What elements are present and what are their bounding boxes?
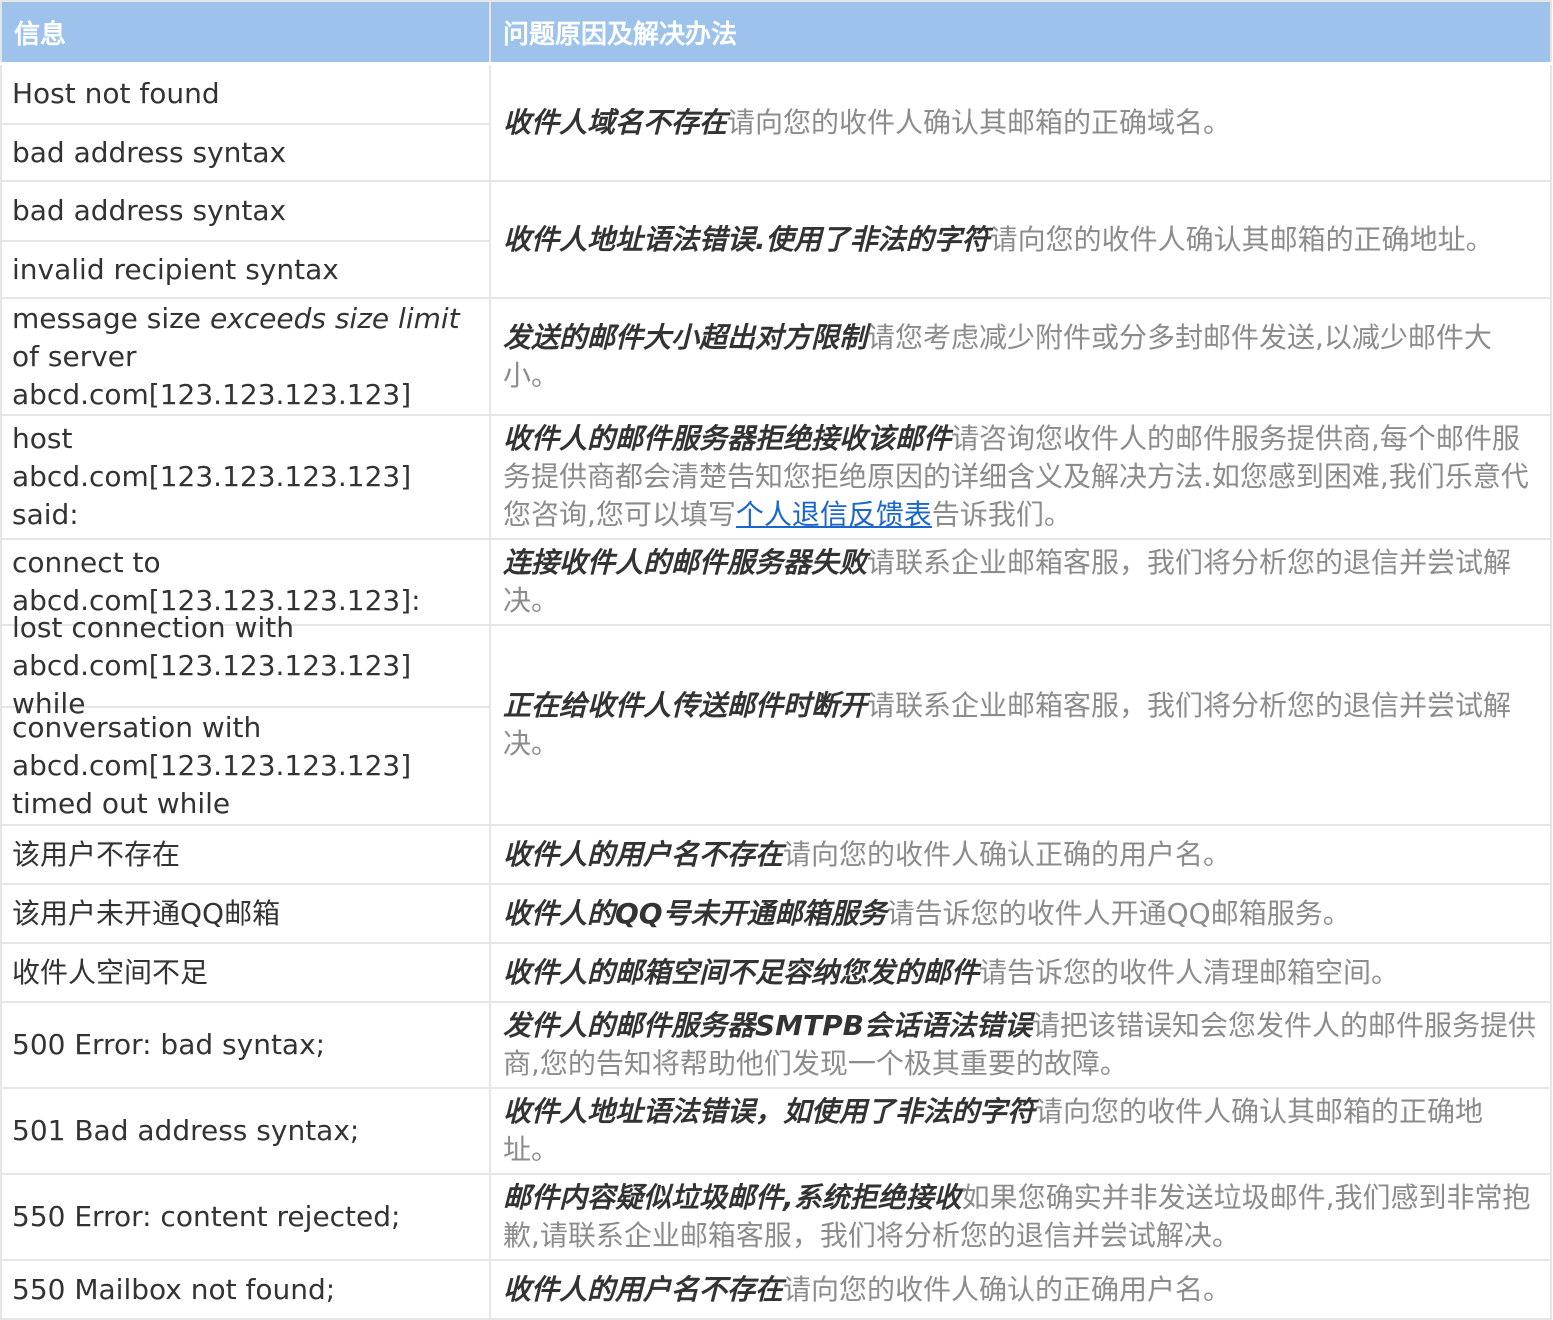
solution-text: 请告诉您的收件人清理邮箱空间。: [979, 955, 1400, 989]
solution-cell: 收件人地址语法错误.使用了非法的字符请向您的收件人确认其邮箱的正确地址。: [489, 180, 1552, 299]
cause-text: 发送的邮件大小超出对方限制: [503, 320, 868, 354]
info-line: lost connection with abcd.com[123.123.12…: [12, 611, 412, 720]
cause-text: 收件人的邮箱空间不足容纳您发的邮件: [503, 955, 980, 989]
table-row: 550 Error: content rejected; 邮件内容疑似垃圾邮件,…: [0, 1173, 1552, 1261]
table-row: lost connection with abcd.com[123.123.12…: [0, 611, 1552, 826]
cause-text: 收件人域名不存在: [503, 105, 728, 139]
info-cell: 550 Error: content rejected;: [0, 1173, 491, 1261]
cause-text: 邮件内容疑似垃圾邮件,系统拒绝接收: [503, 1181, 962, 1214]
solution-text-after: 告诉我们。: [931, 498, 1072, 531]
cause-text: 收件人的用户名不存在: [503, 1272, 784, 1306]
feedback-form-link[interactable]: 个人退信反馈表: [736, 498, 932, 531]
solution-cell: 收件人的邮件服务器拒绝接收该邮件请咨询您收件人的邮件服务提供商,每个邮件服务提供…: [489, 414, 1552, 540]
solution-text: 请向您的收件人确认其邮箱的正确域名。: [727, 105, 1232, 139]
cause-text: 连接收件人的邮件服务器失败: [503, 546, 868, 579]
solution-cell: 邮件内容疑似垃圾邮件,系统拒绝接收如果您确实并非发送垃圾邮件,我们感到非常抱歉,…: [489, 1173, 1552, 1261]
info-line: invalid recipient syntax: [2, 240, 489, 297]
info-cell: bad address syntax invalid recipient syn…: [0, 180, 491, 299]
info-cell: 500 Error: bad syntax;: [0, 1001, 491, 1089]
solution-cell: 收件人的邮箱空间不足容纳您发的邮件请告诉您的收件人清理邮箱空间。: [489, 942, 1552, 1003]
info-cell: Host not found bad address syntax: [0, 62, 491, 182]
header-solution: 问题原因及解决办法: [489, 0, 1552, 65]
bounce-message-table: 信息 问题原因及解决办法 Host not found bad address …: [0, 0, 1552, 1320]
table-header-row: 信息 问题原因及解决办法: [0, 0, 1552, 65]
info-cell: 该用户不存在: [0, 824, 491, 885]
solution-cell: 收件人的用户名不存在请向您的收件人确认正确的用户名。: [489, 824, 1552, 885]
bounce-message-table-container: 信息 问题原因及解决办法 Host not found bad address …: [0, 0, 1552, 1320]
info-cell: message size exceeds size limit of serve…: [0, 297, 491, 416]
info-line: bad address syntax: [12, 194, 287, 227]
cause-text: 发件人的邮件服务器SMTPB会话语法错误: [503, 1009, 1032, 1042]
solution-cell: 收件人域名不存在请向您的收件人确认其邮箱的正确域名。: [489, 62, 1552, 182]
solution-cell: 正在给收件人传送邮件时断开请联系企业邮箱客服，我们将分析您的退信并尝试解决。: [489, 624, 1552, 826]
table-row: bad address syntax invalid recipient syn…: [0, 180, 1552, 299]
table-row: 501 Bad address syntax; 收件人地址语法错误，如使用了非法…: [0, 1087, 1552, 1175]
solution-cell: 收件人的QQ号未开通邮箱服务请告诉您的收件人开通QQ邮箱服务。: [489, 883, 1552, 944]
solution-cell: 发件人的邮件服务器SMTPB会话语法错误请把该错误知会您发件人的邮件服务提供商,…: [489, 1001, 1552, 1089]
table-row: 550 Mailbox not found; 收件人的用户名不存在请向您的收件人…: [0, 1259, 1552, 1320]
table-row: 该用户未开通QQ邮箱 收件人的QQ号未开通邮箱服务请告诉您的收件人开通QQ邮箱服…: [0, 883, 1552, 944]
solution-text: 请告诉您的收件人开通QQ邮箱服务。: [886, 896, 1351, 930]
solution-cell: 发送的邮件大小超出对方限制请您考虑减少附件或分多封邮件发送,以减少邮件大小。: [489, 297, 1552, 416]
info-text: message size: [12, 301, 210, 335]
table-row: message size exceeds size limit of serve…: [0, 297, 1552, 416]
cause-text: 正在给收件人传送邮件时断开: [503, 689, 868, 722]
table-row: 500 Error: bad syntax; 发件人的邮件服务器SMTPB会话语…: [0, 1001, 1552, 1089]
cause-text: 收件人地址语法错误，如使用了非法的字符: [503, 1095, 1036, 1128]
info-cell: 550 Mailbox not found;: [0, 1259, 491, 1320]
info-cell: 收件人空间不足: [0, 942, 491, 1003]
info-italic-text: exceeds size limit: [209, 301, 460, 335]
info-line: bad address syntax: [2, 123, 489, 180]
info-line: conversation with abcd.com[123.123.123.1…: [2, 706, 489, 824]
info-line: Host not found: [12, 77, 220, 110]
info-cell: lost connection with abcd.com[123.123.12…: [0, 611, 491, 826]
cause-text: 收件人的邮件服务器拒绝接收该邮件: [503, 422, 952, 455]
info-cell: 501 Bad address syntax;: [0, 1087, 491, 1175]
table-row: 该用户不存在 收件人的用户名不存在请向您的收件人确认正确的用户名。: [0, 824, 1552, 885]
info-cell: 该用户未开通QQ邮箱: [0, 883, 491, 944]
info-cell: host abcd.com[123.123.123.123] said:: [0, 414, 491, 540]
solution-text: 请向您的收件人确认其邮箱的正确地址。: [989, 222, 1494, 256]
solution-cell: 连接收件人的邮件服务器失败请联系企业邮箱客服，我们将分析您的退信并尝试解决。: [489, 538, 1552, 626]
table-row: 收件人空间不足 收件人的邮箱空间不足容纳您发的邮件请告诉您的收件人清理邮箱空间。: [0, 942, 1552, 1003]
cause-text: 收件人的用户名不存在: [503, 837, 784, 871]
solution-text: 请向您的收件人确认的正确用户名。: [783, 1272, 1232, 1306]
header-info: 信息: [0, 0, 491, 65]
solution-cell: 收件人地址语法错误，如使用了非法的字符请向您的收件人确认其邮箱的正确地址。: [489, 1087, 1552, 1175]
solution-cell: 收件人的用户名不存在请向您的收件人确认的正确用户名。: [489, 1259, 1552, 1320]
info-text-rest: of server abcd.com[123.123.123.123]: [12, 339, 412, 411]
cause-text: 收件人地址语法错误.使用了非法的字符: [503, 222, 990, 256]
solution-text: 请向您的收件人确认正确的用户名。: [783, 837, 1232, 871]
table-row: Host not found bad address syntax 收件人域名不…: [0, 62, 1552, 182]
cause-text: 收件人的QQ号未开通邮箱服务: [503, 896, 887, 930]
table-row: host abcd.com[123.123.123.123] said: 收件人…: [0, 414, 1552, 540]
